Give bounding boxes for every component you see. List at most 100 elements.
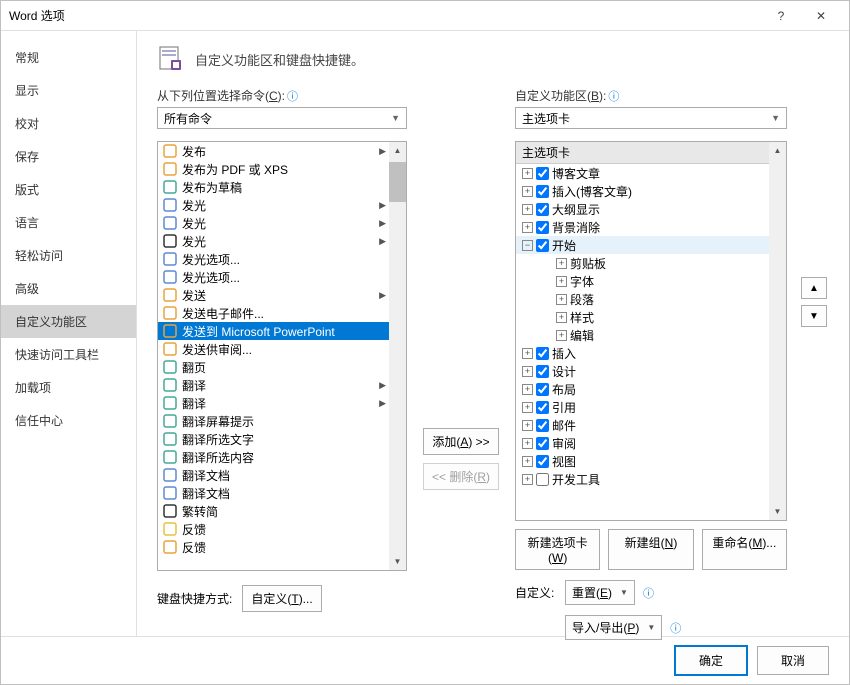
scroll-up-icon[interactable]: ▲ — [389, 142, 406, 159]
tree-checkbox[interactable] — [536, 347, 549, 360]
tree-checkbox[interactable] — [536, 167, 549, 180]
command-item[interactable]: 翻译文档 — [158, 484, 406, 502]
command-item[interactable]: 发送到 Microsoft PowerPoint — [158, 322, 406, 340]
scrollbar[interactable]: ▲ ▼ — [389, 142, 406, 570]
command-item[interactable]: 发布为 PDF 或 XPS — [158, 160, 406, 178]
command-item[interactable]: 翻译文档 — [158, 466, 406, 484]
tree-item[interactable]: +插入(博客文章) — [516, 182, 786, 200]
sidebar-item[interactable]: 自定义功能区 — [1, 305, 136, 338]
cancel-button[interactable]: 取消 — [757, 646, 829, 675]
command-item[interactable]: 翻译所选内容 — [158, 448, 406, 466]
tree-item[interactable]: +开发工具 — [516, 470, 786, 488]
tree-item[interactable]: +引用 — [516, 398, 786, 416]
expand-icon[interactable]: + — [556, 312, 567, 323]
command-item[interactable]: 反馈 — [158, 520, 406, 538]
commands-from-dropdown[interactable]: 所有命令▼ — [157, 107, 407, 129]
tree-item[interactable]: +剪贴板 — [516, 254, 786, 272]
command-item[interactable]: 发送供审阅... — [158, 340, 406, 358]
info-icon[interactable]: ⓘ — [287, 91, 298, 103]
command-item[interactable]: 发布为草稿 — [158, 178, 406, 196]
command-item[interactable]: 发送▶ — [158, 286, 406, 304]
expand-icon[interactable]: + — [522, 168, 533, 179]
tree-checkbox[interactable] — [536, 365, 549, 378]
expand-icon[interactable]: + — [522, 456, 533, 467]
command-item[interactable]: 翻译屏幕提示 — [158, 412, 406, 430]
command-item[interactable]: 繁转简 — [158, 502, 406, 520]
tree-item[interactable]: −开始 — [516, 236, 786, 254]
tree-item[interactable]: +博客文章 — [516, 164, 786, 182]
info-icon[interactable]: ⓘ — [643, 585, 654, 601]
tree-checkbox[interactable] — [536, 185, 549, 198]
tree-checkbox[interactable] — [536, 383, 549, 396]
sidebar-item[interactable]: 高级 — [1, 272, 136, 305]
tree-item[interactable]: +审阅 — [516, 434, 786, 452]
expand-icon[interactable]: + — [522, 402, 533, 413]
ok-button[interactable]: 确定 — [675, 646, 747, 675]
customize-kb-button[interactable]: 自定义(T)... — [242, 585, 321, 612]
sidebar-item[interactable]: 加载项 — [1, 371, 136, 404]
sidebar-item[interactable]: 显示 — [1, 74, 136, 107]
command-item[interactable]: 发光▶ — [158, 196, 406, 214]
scroll-thumb[interactable] — [389, 162, 406, 202]
tree-item[interactable]: +背景消除 — [516, 218, 786, 236]
command-item[interactable]: 反馈 — [158, 538, 406, 556]
ribbon-dropdown[interactable]: 主选项卡▼ — [515, 107, 787, 129]
expand-icon[interactable]: + — [556, 330, 567, 341]
expand-icon[interactable]: + — [522, 366, 533, 377]
close-button[interactable]: ✕ — [801, 2, 841, 30]
sidebar-item[interactable]: 校对 — [1, 107, 136, 140]
sidebar-item[interactable]: 快速访问工具栏 — [1, 338, 136, 371]
command-item[interactable]: 发送电子邮件... — [158, 304, 406, 322]
tree-item[interactable]: +段落 — [516, 290, 786, 308]
scroll-down-icon[interactable]: ▼ — [769, 503, 786, 520]
command-item[interactable]: 发光选项... — [158, 268, 406, 286]
sidebar-item[interactable]: 版式 — [1, 173, 136, 206]
expand-icon[interactable]: + — [556, 294, 567, 305]
scroll-down-icon[interactable]: ▼ — [389, 553, 406, 570]
command-item[interactable]: 发光▶ — [158, 214, 406, 232]
sidebar-item[interactable]: 保存 — [1, 140, 136, 173]
command-item[interactable]: 翻译所选文字 — [158, 430, 406, 448]
expand-icon[interactable]: + — [522, 222, 533, 233]
tree-item[interactable]: +字体 — [516, 272, 786, 290]
scrollbar[interactable]: ▲ ▼ — [769, 142, 786, 520]
command-item[interactable]: 翻译▶ — [158, 376, 406, 394]
tree-item[interactable]: +样式 — [516, 308, 786, 326]
tree-checkbox[interactable] — [536, 203, 549, 216]
tree-checkbox[interactable] — [536, 419, 549, 432]
tree-item[interactable]: +编辑 — [516, 326, 786, 344]
command-item[interactable]: 发布▶ — [158, 142, 406, 160]
expand-icon[interactable]: + — [522, 438, 533, 449]
rename-button[interactable]: 重命名(M)... — [702, 529, 787, 570]
tree-item[interactable]: +布局 — [516, 380, 786, 398]
add-button[interactable]: 添加(A) >> — [423, 428, 498, 455]
command-item[interactable]: 发光▶ — [158, 232, 406, 250]
new-tab-button[interactable]: 新建选项卡(W) — [515, 529, 600, 570]
sidebar-item[interactable]: 信任中心 — [1, 404, 136, 437]
ribbon-tree[interactable]: 主选项卡 +博客文章+插入(博客文章)+大纲显示+背景消除−开始+剪贴板+字体+… — [515, 141, 787, 521]
command-item[interactable]: 翻译▶ — [158, 394, 406, 412]
tree-checkbox[interactable] — [536, 473, 549, 486]
new-group-button[interactable]: 新建组(N) — [608, 529, 693, 570]
scroll-up-icon[interactable]: ▲ — [769, 142, 786, 159]
tree-checkbox[interactable] — [536, 401, 549, 414]
expand-icon[interactable]: + — [522, 204, 533, 215]
import-export-button[interactable]: 导入/导出(P)▼ — [565, 615, 662, 640]
tree-item[interactable]: +视图 — [516, 452, 786, 470]
expand-icon[interactable]: + — [522, 474, 533, 485]
help-button[interactable]: ? — [761, 2, 801, 30]
tree-checkbox[interactable] — [536, 239, 549, 252]
sidebar-item[interactable]: 轻松访问 — [1, 239, 136, 272]
expand-icon[interactable]: + — [556, 258, 567, 269]
tree-item[interactable]: +邮件 — [516, 416, 786, 434]
expand-icon[interactable]: − — [522, 240, 533, 251]
tree-item[interactable]: +大纲显示 — [516, 200, 786, 218]
expand-icon[interactable]: + — [522, 384, 533, 395]
tree-checkbox[interactable] — [536, 437, 549, 450]
tree-item[interactable]: +插入 — [516, 344, 786, 362]
tree-checkbox[interactable] — [536, 221, 549, 234]
command-item[interactable]: 发光选项... — [158, 250, 406, 268]
expand-icon[interactable]: + — [556, 276, 567, 287]
commands-listbox[interactable]: 发布▶发布为 PDF 或 XPS发布为草稿发光▶发光▶发光▶发光选项...发光选… — [157, 141, 407, 571]
expand-icon[interactable]: + — [522, 348, 533, 359]
